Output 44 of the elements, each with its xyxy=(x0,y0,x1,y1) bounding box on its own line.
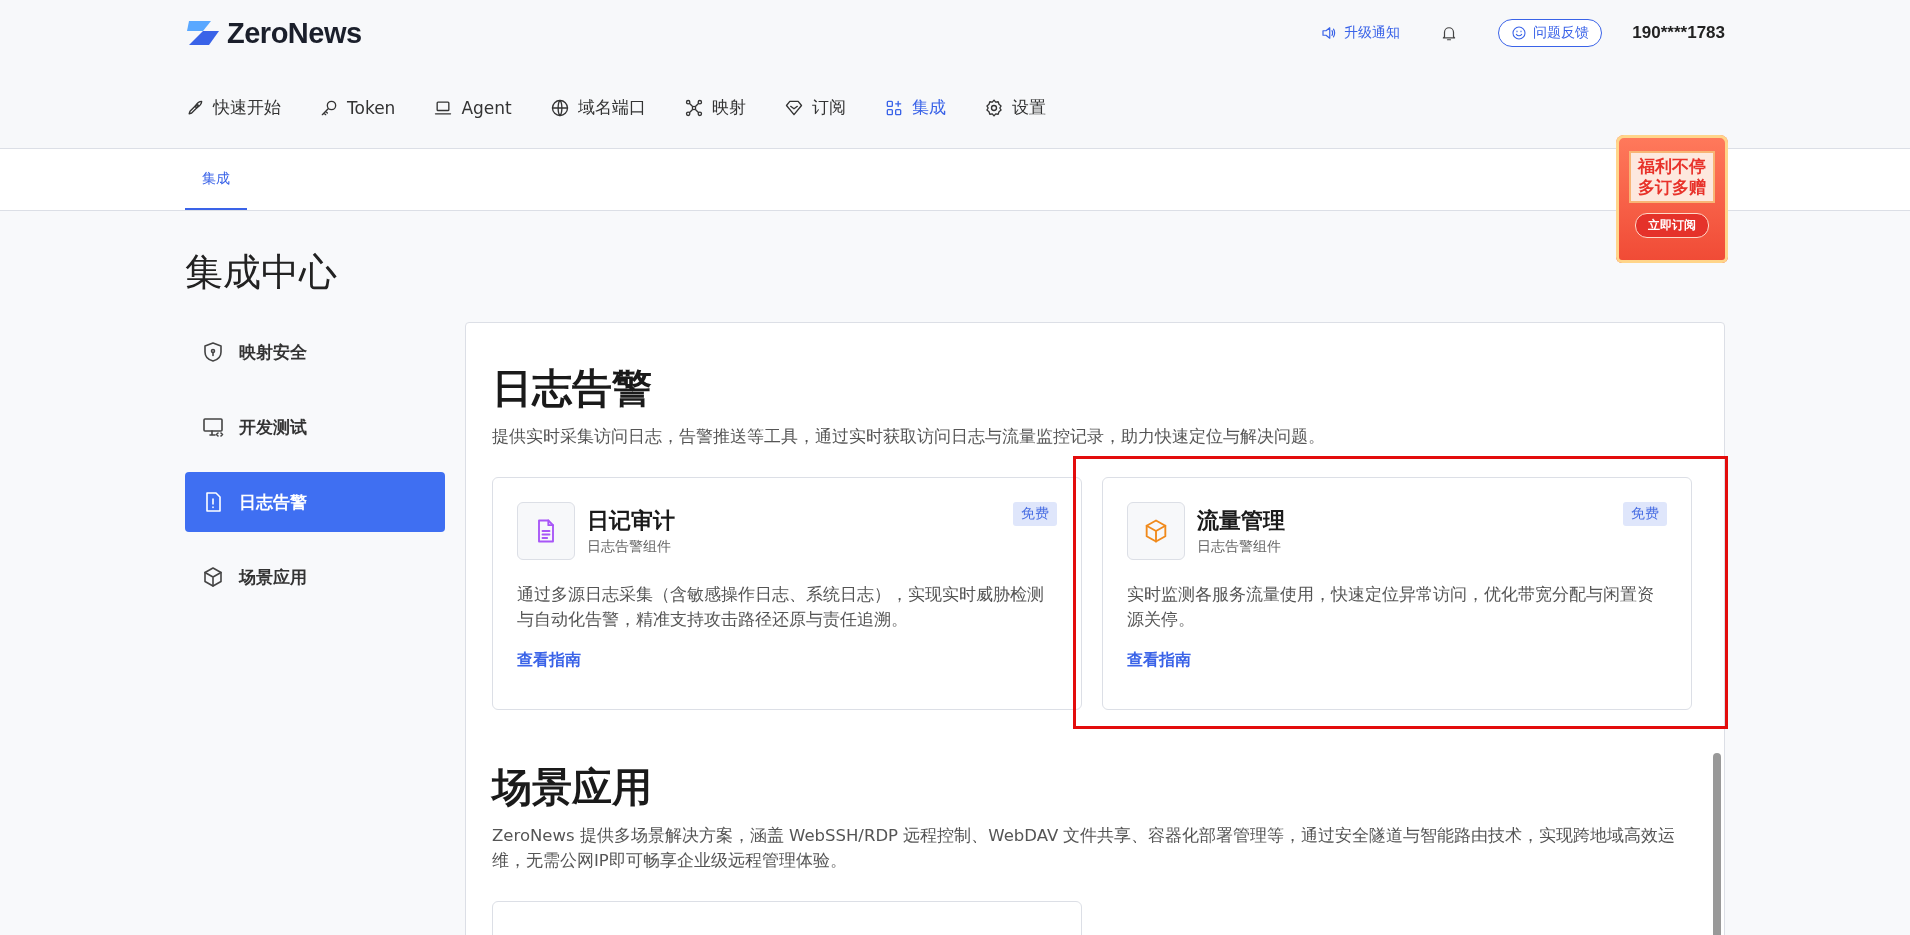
guide-link[interactable]: 查看指南 xyxy=(517,650,581,669)
promo-gift-banner[interactable]: 福利不停 多订多赠 立即订阅 xyxy=(1616,135,1728,263)
free-badge: 免费 xyxy=(1623,502,1667,526)
section-description: ZeroNews 提供多场景解决方案，涵盖 WebSSH/RDP 远程控制、WebDAV 文件共享、容器化部署管理等，通过安全隧道与智能路由技术，实现跨地域高效运维，无需公网IP即可畅享企业级远程管理体验。 xyxy=(492,825,1677,872)
card-subtitle: 日志告警组件 xyxy=(587,538,672,556)
guide-link[interactable]: 查看指南 xyxy=(1127,650,1191,669)
shield-icon xyxy=(201,340,225,364)
nav-tab[interactable]: Agent xyxy=(433,97,512,118)
nav-tab[interactable]: 设置 xyxy=(983,96,1046,119)
sidebar-item[interactable]: 开发测试 xyxy=(185,397,445,457)
card-description: 实时监测各服务流量使用，快速定位异常访问，优化带宽分配与闲置资源关停。 xyxy=(1127,583,1655,631)
nav-tab[interactable]: 映射 xyxy=(683,96,746,119)
subscribe-button[interactable]: 立即订阅 xyxy=(1635,213,1709,238)
smiley-icon xyxy=(1511,25,1528,41)
section-description: 提供实时采集访问日志，告警推送等工具，通过实时获取访问日志与流量监控记录，助力快速定位与解决问题。 xyxy=(492,426,1326,448)
promo-text: 福利不停 多订多赠 xyxy=(1629,151,1715,203)
feedback-button[interactable]: 问题反馈 xyxy=(1498,19,1603,47)
user-phone[interactable]: 190****1783 xyxy=(1632,23,1725,43)
card-description: 通过多源日志采集（含敏感操作日志、系统日志），实现实时威胁检测与自动化告警，精准支持攻击路径还原与责任追溯。 xyxy=(517,583,1045,631)
sidebar-item[interactable]: 映射安全 xyxy=(185,322,445,382)
nav-tab[interactable]: 订阅 xyxy=(783,96,846,119)
card-title: 日记审计 xyxy=(587,507,675,535)
sidebar-item[interactable]: 日志告警 xyxy=(185,472,445,532)
logo-text: ZeroNews xyxy=(227,16,362,50)
section-title: 场景应用 xyxy=(492,763,653,812)
nav-tab[interactable]: 集成 xyxy=(883,96,946,119)
logo-icon xyxy=(185,19,221,47)
nodes-icon xyxy=(683,97,704,118)
nav-tab[interactable]: 快速开始 xyxy=(185,96,281,119)
globe-icon xyxy=(549,97,570,118)
cube-icon xyxy=(201,565,225,589)
sidebar-item[interactable]: 场景应用 xyxy=(185,547,445,607)
upgrade-notice-link[interactable]: 升级通知 xyxy=(1320,24,1401,42)
page-title: 集成中心 xyxy=(185,249,338,296)
settings-icon xyxy=(983,97,1004,118)
nav-tab[interactable]: 域名端口 xyxy=(549,96,646,119)
monitor-code-icon xyxy=(201,415,225,439)
card-subtitle: 日志告警组件 xyxy=(1197,538,1282,556)
card-title: 流量管理 xyxy=(1197,507,1285,535)
nav-tab[interactable]: Token xyxy=(319,97,396,118)
free-badge: 免费 xyxy=(1013,502,1057,526)
sub-tab[interactable]: 集成 xyxy=(185,149,247,210)
scrollbar-thumb[interactable] xyxy=(1713,753,1721,935)
section-title: 日志告警 xyxy=(492,364,653,413)
